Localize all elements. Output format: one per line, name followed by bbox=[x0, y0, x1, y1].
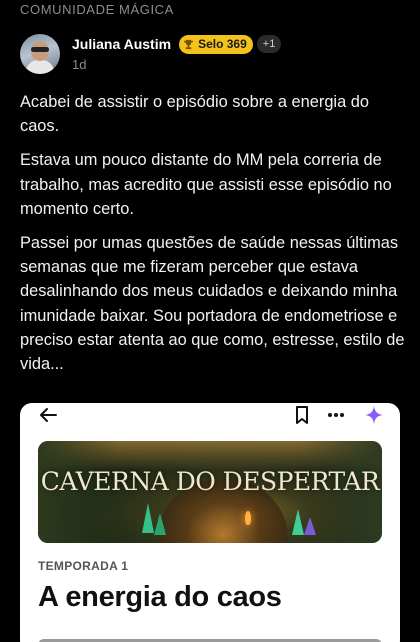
author-name[interactable]: Juliana Austim bbox=[72, 36, 171, 52]
embedded-episode-card[interactable]: CAVERNA DO DESPERTAR TEMPORADA 1 A energ… bbox=[20, 403, 400, 642]
banner-title: CAVERNA DO DESPERTAR bbox=[40, 467, 380, 496]
badge-label: Selo 369 bbox=[198, 37, 247, 51]
post-body: Acabei de assistir o episódio sobre a en… bbox=[20, 90, 405, 386]
level-badge[interactable]: Selo 369 bbox=[179, 34, 253, 54]
post-paragraph: Estava um pouco distante do MM pela corr… bbox=[20, 151, 392, 218]
episode-banner-image: CAVERNA DO DESPERTAR bbox=[38, 441, 382, 543]
post-header: Juliana Austim Selo 369 +1 1d bbox=[20, 34, 400, 78]
post-time: 1d bbox=[72, 57, 87, 72]
author-meta: Juliana Austim Selo 369 +1 1d bbox=[72, 34, 282, 78]
back-arrow-icon[interactable] bbox=[38, 405, 58, 425]
sparkle-icon[interactable] bbox=[364, 405, 384, 425]
avatar[interactable] bbox=[20, 34, 60, 74]
more-options-icon[interactable] bbox=[326, 405, 346, 425]
post-paragraph: Passei por umas questões de saúde nessas… bbox=[20, 234, 405, 374]
card-toolbar bbox=[20, 403, 400, 427]
episode-title: A energia do caos bbox=[38, 581, 282, 613]
community-label[interactable]: COMUNIDADE MÁGICA bbox=[20, 2, 174, 17]
extra-badges-count[interactable]: +1 bbox=[256, 35, 282, 53]
bookmark-icon[interactable] bbox=[292, 405, 312, 425]
trophy-icon bbox=[183, 39, 194, 49]
post-paragraph: Acabei de assistir o episódio sobre a en… bbox=[20, 93, 369, 136]
season-label: TEMPORADA 1 bbox=[38, 559, 129, 573]
